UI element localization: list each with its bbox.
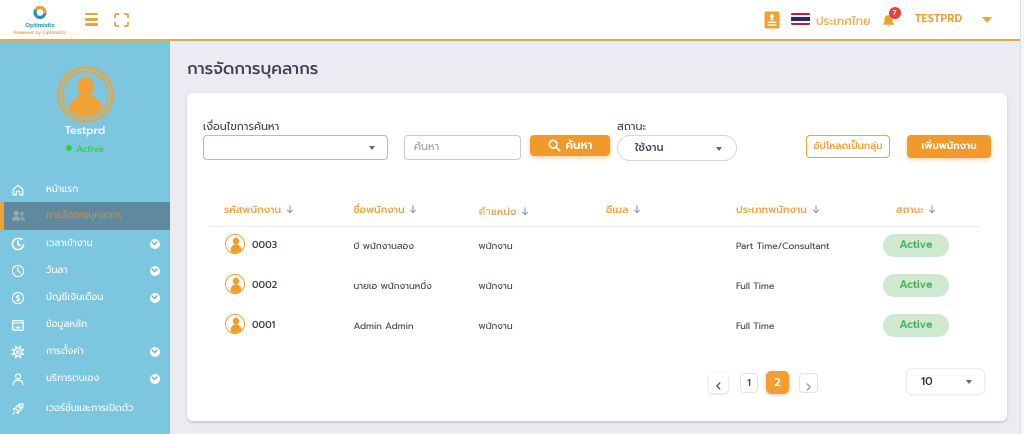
svg-text:$: $ bbox=[16, 292, 21, 304]
